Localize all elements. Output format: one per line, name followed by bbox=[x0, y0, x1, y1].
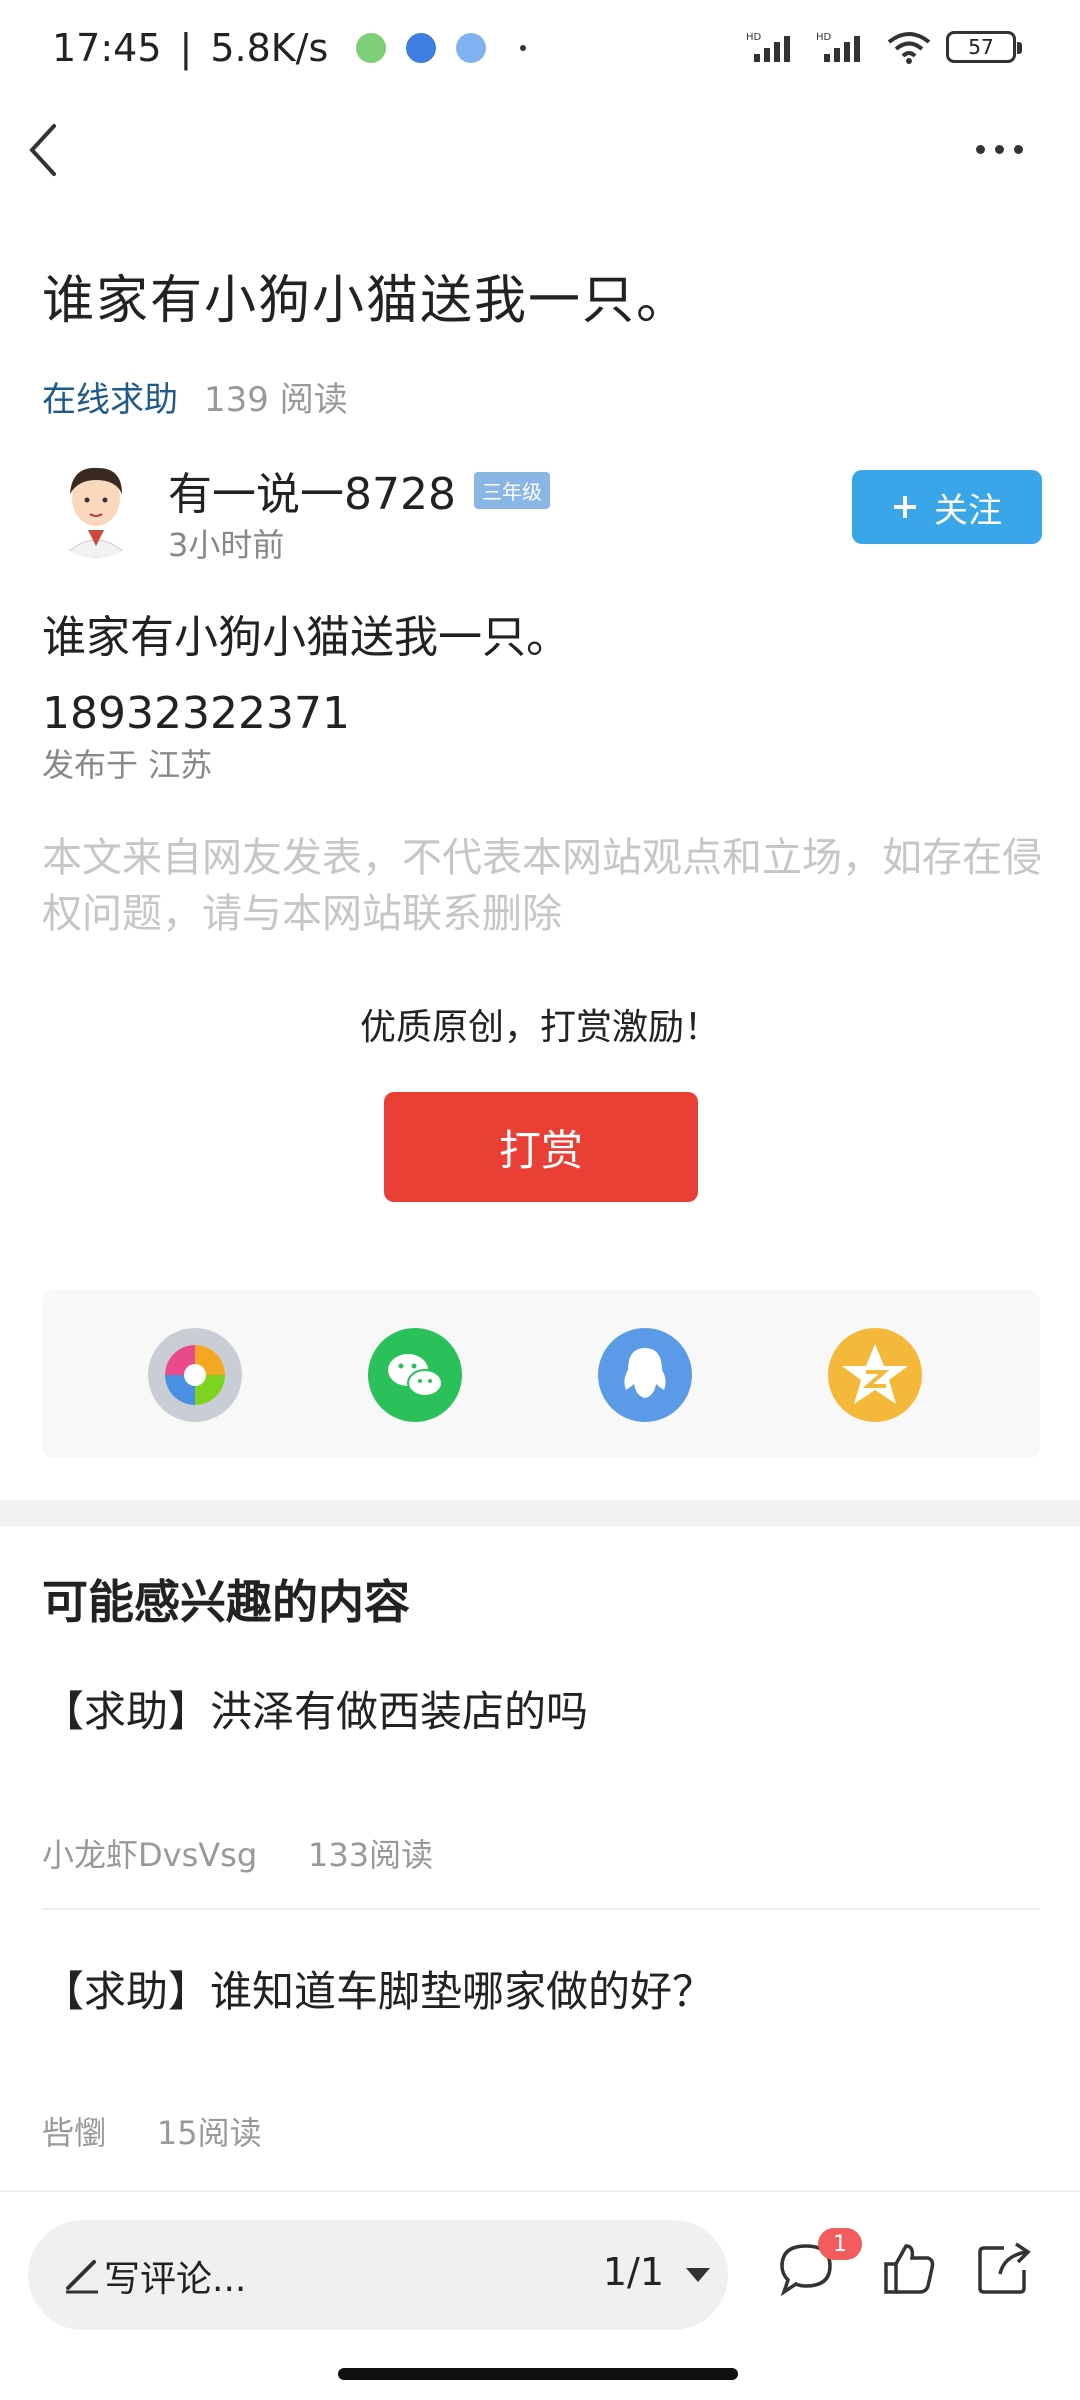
reward-prompt: 优质原创，打赏激励！ bbox=[359, 1007, 720, 1048]
recommend-title: 可能感兴趣的内容 bbox=[42, 1575, 410, 1629]
meta-gap bbox=[267, 1836, 298, 1874]
list-item-reads: 133阅读 bbox=[308, 1836, 434, 1874]
svg-text:HD: HD bbox=[816, 32, 832, 43]
message-notify-icon bbox=[456, 33, 487, 63]
share-icon[interactable] bbox=[974, 2238, 1034, 2298]
list-item[interactable]: 【求助】谁知道车脚垫哪家做的好？ 呰懰 15阅读 bbox=[42, 1958, 1040, 2158]
moments-icon[interactable] bbox=[148, 1328, 242, 1422]
wifi-icon bbox=[887, 32, 931, 64]
author-row: 有一说一8728 三年级 3小时前 关注 bbox=[42, 450, 1042, 570]
avatar[interactable] bbox=[42, 450, 150, 558]
wechat-notify-icon bbox=[356, 33, 387, 63]
post-time: 3小时前 bbox=[168, 526, 285, 564]
moments-glyph bbox=[165, 1345, 225, 1405]
qq-icon[interactable] bbox=[598, 1328, 692, 1422]
category-link[interactable]: 在线求助 bbox=[42, 372, 178, 421]
comment-input[interactable]: 写评论... 1/1 bbox=[28, 2220, 728, 2330]
alipay-notify-icon bbox=[406, 33, 437, 63]
home-indicator[interactable] bbox=[338, 2368, 738, 2380]
list-divider bbox=[42, 1908, 1040, 1910]
battery-icon: 57 bbox=[946, 31, 1022, 63]
level-badge: 三年级 bbox=[473, 471, 550, 509]
more-dot bbox=[976, 144, 985, 154]
avatar-image bbox=[61, 467, 131, 558]
back-icon[interactable] bbox=[24, 120, 64, 180]
more-dot bbox=[1014, 144, 1023, 154]
qq-glyph bbox=[624, 1348, 666, 1398]
nav-bar bbox=[0, 100, 1080, 200]
article-body: 谁家有小狗小猫送我一只。 18932322371 bbox=[42, 600, 570, 752]
reward-button[interactable]: 打赏 bbox=[384, 1092, 698, 1202]
comment-placeholder: 写评论... bbox=[104, 2259, 247, 2300]
status-net-speed: 5.8K/s bbox=[210, 26, 329, 70]
disclaimer: 本文来自网友发表，不代表本网站观点和立场，如存在侵权问题，请与本网站联系删除 bbox=[42, 835, 1042, 937]
page-indicator[interactable]: 1/1 bbox=[603, 2250, 664, 2294]
meta-gap bbox=[116, 2114, 147, 2152]
list-item-author: 小龙虾DvsVsg bbox=[42, 1836, 258, 1874]
wechat-icon[interactable] bbox=[368, 1328, 462, 1422]
svg-text:HD: HD bbox=[746, 32, 762, 43]
follow-label: 关注 bbox=[934, 490, 1002, 531]
wechat-glyph bbox=[388, 1354, 443, 1397]
status-app-icons bbox=[356, 33, 527, 63]
comment-count-badge: 1 bbox=[818, 2228, 862, 2260]
more-dot bbox=[995, 144, 1004, 154]
share-panel bbox=[42, 1290, 1040, 1458]
like-icon[interactable] bbox=[878, 2238, 938, 2298]
bottom-bar: 写评论... 1/1 1 bbox=[0, 2190, 1080, 2340]
list-item-meta: 呰懰 15阅读 bbox=[42, 2108, 262, 2154]
author-name-row: 有一说一8728 三年级 bbox=[168, 458, 550, 522]
qzone-glyph bbox=[842, 1344, 908, 1404]
list-item-title: 【求助】洪泽有做西装店的吗 bbox=[42, 1687, 589, 1736]
chevron-down-icon[interactable] bbox=[686, 2268, 710, 2282]
signal-hd-icon: HD bbox=[746, 32, 790, 62]
list-item-meta: 小龙虾DvsVsg 133阅读 bbox=[42, 1830, 433, 1876]
follow-button[interactable]: 关注 bbox=[852, 470, 1042, 544]
article-title: 谁家有小狗小猫送我一只。 bbox=[42, 271, 691, 331]
body-line: 谁家有小狗小猫送我一只。 bbox=[42, 612, 570, 663]
author-name[interactable]: 有一说一8728 bbox=[168, 458, 456, 522]
battery-level: 57 bbox=[968, 35, 994, 59]
list-item-reads: 15阅读 bbox=[156, 2114, 262, 2152]
signal-hd-icon-2: HD bbox=[816, 32, 860, 62]
status-time: 17:45 bbox=[52, 26, 162, 70]
article-meta: 在线求助 139 阅读 bbox=[42, 372, 348, 421]
post-location: 发布于 江苏 bbox=[42, 746, 213, 784]
list-item-author: 呰懰 bbox=[42, 2114, 107, 2152]
more-icon[interactable] bbox=[976, 134, 1036, 164]
status-left: 17:45 | 5.8K/s bbox=[52, 26, 527, 70]
qzone-icon[interactable] bbox=[828, 1328, 922, 1422]
more-notify-icon bbox=[520, 45, 527, 51]
read-count: 139 阅读 bbox=[204, 380, 348, 420]
plus-icon bbox=[894, 496, 916, 518]
status-right: HD HD 57 bbox=[746, 30, 1022, 64]
status-bar: 17:45 | 5.8K/s HD HD 57 bbox=[0, 0, 1080, 100]
list-item-title: 【求助】谁知道车脚垫哪家做的好？ bbox=[42, 1967, 715, 2016]
section-divider bbox=[0, 1500, 1080, 1526]
list-item[interactable]: 【求助】洪泽有做西装店的吗 小龙虾DvsVsg 133阅读 bbox=[42, 1678, 1040, 1878]
pencil-icon bbox=[66, 2260, 98, 2294]
status-separator: | bbox=[179, 26, 193, 70]
